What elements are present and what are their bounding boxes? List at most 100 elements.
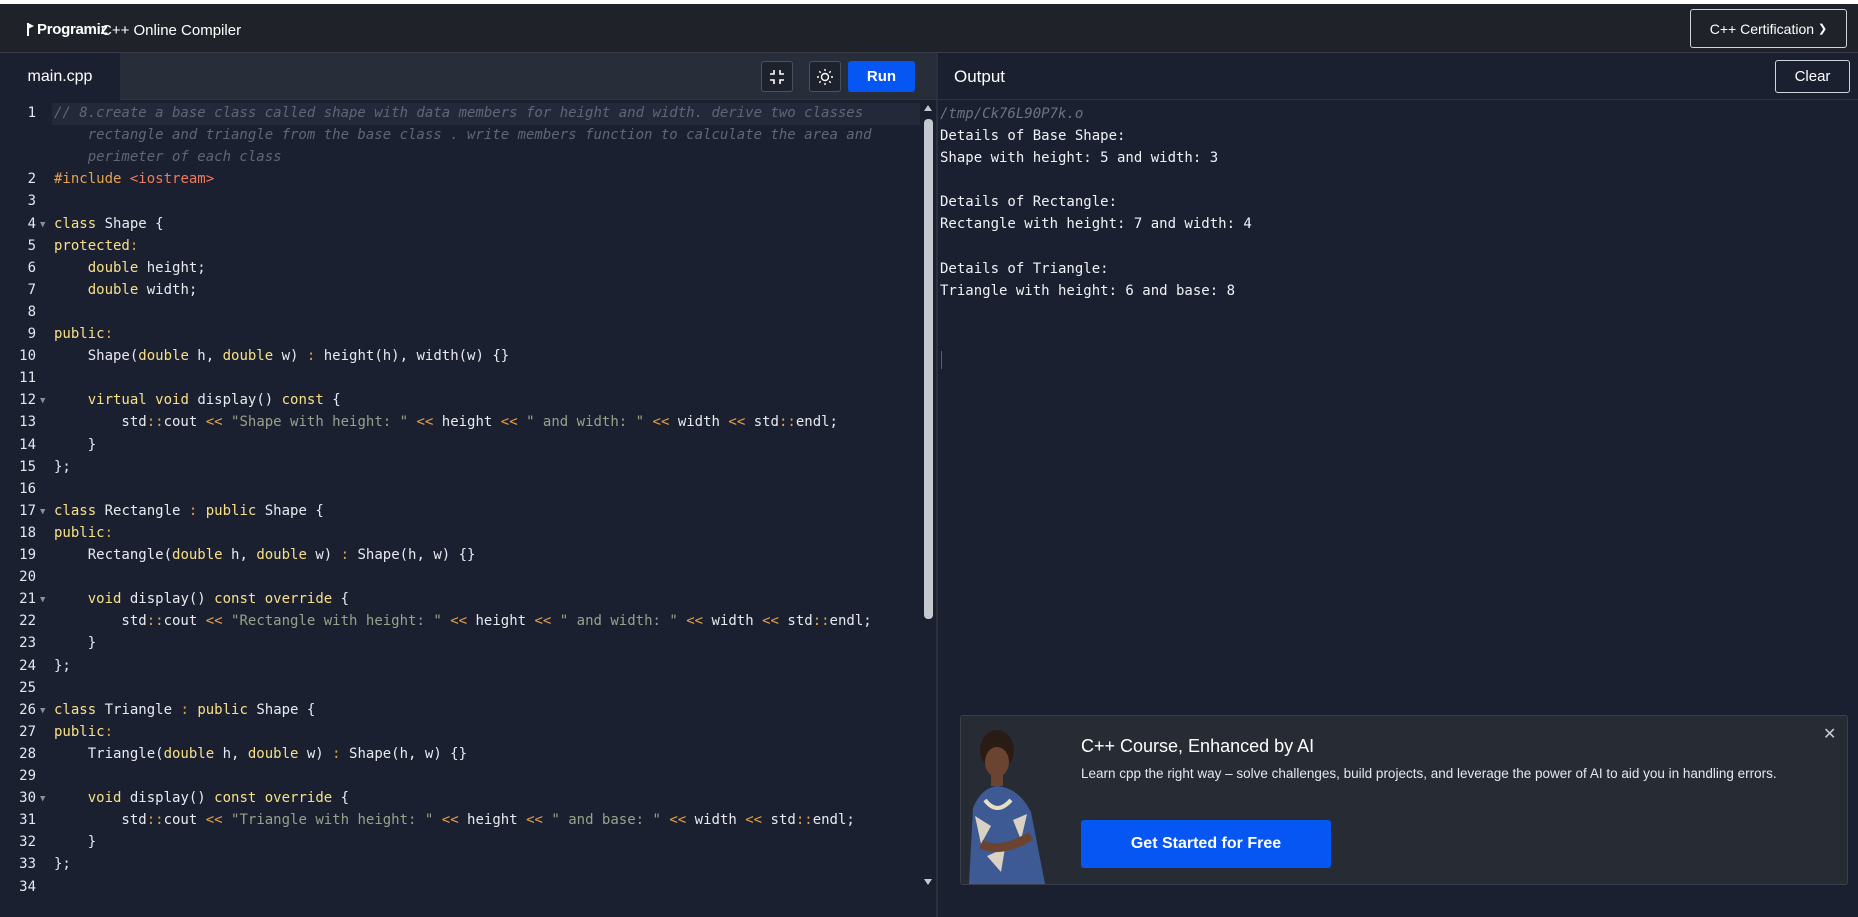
code-line[interactable]: class Rectangle : public Shape {	[54, 503, 324, 519]
code-line[interactable]: public:	[54, 525, 113, 541]
line-number: 2	[27, 171, 36, 188]
line-number: 18	[19, 524, 36, 541]
line-number: 3	[27, 193, 36, 210]
promo-person-image	[961, 716, 1055, 884]
line-number: 26	[19, 701, 36, 718]
theme-toggle-button[interactable]	[809, 61, 841, 92]
code-line[interactable]: std::cout << "Rectangle with height: " <…	[54, 613, 871, 629]
code-line[interactable]: public:	[54, 326, 113, 342]
certification-label: C++ Certification	[1709, 20, 1815, 37]
fold-arrow-icon[interactable]: ▼	[40, 220, 45, 230]
line-number: 30	[19, 790, 36, 807]
line-number: 31	[19, 812, 36, 829]
line-number: 25	[19, 679, 36, 696]
code-line[interactable]: double width;	[54, 282, 198, 298]
line-number: 14	[19, 436, 36, 453]
line-number: 22	[19, 613, 36, 630]
promo-description: Learn cpp the right way – solve challeng…	[1081, 766, 1777, 781]
course-promo-card: C++ Course, Enhanced by AI Learn cpp the…	[960, 715, 1848, 885]
code-line[interactable]: }	[54, 437, 96, 453]
clear-button[interactable]: Clear	[1775, 60, 1850, 93]
top-bar: Programiz C++ Online Compiler C++ Certif…	[0, 0, 1858, 53]
line-number: 29	[19, 768, 36, 784]
scroll-down-arrow-icon[interactable]	[924, 879, 932, 885]
editor-panel: main.cpp Run 1 2 3 4 ▼ 5 6 7 8 9 10 11 12 ▼ 13 14 15 16 17…	[0, 53, 936, 917]
code-line[interactable]: public:	[54, 724, 113, 740]
app-title: C++ Online Compiler	[101, 22, 242, 39]
scroll-up-arrow-icon[interactable]	[924, 105, 932, 111]
code-line[interactable]: }	[54, 834, 96, 850]
output-cursor	[941, 351, 942, 369]
code-line[interactable]: };	[54, 459, 71, 475]
code-line[interactable]: class Shape {	[54, 216, 164, 232]
file-tab-main-cpp[interactable]: main.cpp	[0, 53, 120, 100]
logo-text: Programiz	[37, 20, 108, 38]
line-number: 13	[19, 414, 36, 431]
line-number: 6	[27, 259, 36, 276]
line-number: 4	[27, 215, 36, 232]
collapse-icon	[770, 69, 784, 84]
line-number: 12	[19, 392, 36, 409]
fold-arrow-icon[interactable]: ▼	[40, 706, 45, 716]
line-number: 1	[27, 105, 36, 121]
code-line[interactable]: Rectangle(double h, double w) : Shape(h,…	[54, 547, 476, 563]
run-button[interactable]: Run	[848, 61, 915, 92]
programiz-logo-icon	[27, 23, 34, 36]
line-number: 11	[19, 370, 36, 387]
certification-button[interactable]: C++ Certification ❯	[1690, 9, 1847, 48]
output-line: Details of Base Shape:	[940, 128, 1126, 144]
code-line[interactable]: void display() const override {	[54, 790, 349, 806]
line-number: 17	[19, 502, 36, 519]
code-line[interactable]: perimeter of each class	[54, 149, 282, 165]
scrollbar-thumb[interactable]	[924, 119, 933, 619]
sun-icon	[817, 68, 833, 85]
fold-arrow-icon[interactable]: ▼	[40, 507, 45, 517]
code-line[interactable]: protected:	[54, 238, 138, 254]
chevron-right-icon: ❯	[1818, 23, 1828, 35]
line-number: 28	[19, 745, 36, 762]
output-file-path: /tmp/Ck76L90P7k.o	[940, 106, 1084, 122]
code-line[interactable]: };	[54, 856, 71, 872]
line-number: 34	[19, 878, 36, 895]
editor-scrollbar[interactable]	[921, 101, 936, 893]
code-line[interactable]: virtual void display() const {	[54, 392, 341, 408]
line-number: 24	[19, 657, 36, 674]
code-line[interactable]: };	[54, 658, 71, 674]
programiz-logo[interactable]: Programiz	[26, 18, 108, 40]
code-line[interactable]: rectangle and triangle from the base cla…	[54, 127, 872, 143]
code-line[interactable]: // 8.create a base class called shape wi…	[54, 105, 863, 121]
output-header: Output Clear	[938, 53, 1858, 100]
code-line[interactable]: double height;	[54, 260, 206, 276]
code-line[interactable]: Shape(double h, double w) : height(h), w…	[54, 348, 510, 364]
fold-arrow-icon[interactable]: ▼	[40, 595, 45, 605]
line-number: 33	[19, 856, 36, 873]
output-line: Shape with height: 5 and width: 3	[940, 150, 1219, 167]
code-line[interactable]: }	[54, 635, 96, 651]
code-line[interactable]: class Triangle : public Shape {	[54, 702, 315, 718]
collapse-button[interactable]	[761, 61, 793, 92]
line-number: 5	[27, 237, 36, 254]
fold-arrow-icon[interactable]: ▼	[40, 396, 45, 406]
close-icon[interactable]: ✕	[1823, 724, 1836, 744]
code-line[interactable]: std::cout << "Triangle with height: " <<…	[54, 812, 854, 828]
code-editor[interactable]: 1 2 3 4 ▼ 5 6 7 8 9 10 11 12 ▼ 13 14 15 16 17 ▼ 18 19 20 21 ▼ 22 2…	[0, 101, 920, 917]
line-number: 7	[27, 281, 36, 298]
line-number: 19	[19, 547, 36, 563]
editor-toolbar: main.cpp Run	[0, 53, 936, 100]
line-number: 16	[19, 480, 36, 497]
line-number: 8	[27, 303, 36, 320]
code-line[interactable]: #include <iostream>	[54, 171, 214, 187]
promo-title: C++ Course, Enhanced by AI	[1081, 736, 1315, 756]
line-number: 15	[19, 458, 36, 475]
code-line[interactable]: std::cout << "Shape with height: " << he…	[54, 414, 838, 430]
output-line: Rectangle with height: 7 and width: 4	[940, 216, 1252, 233]
line-number: 27	[19, 723, 36, 740]
code-line[interactable]: void display() const override {	[54, 591, 349, 607]
get-started-button[interactable]: Get Started for Free	[1081, 820, 1331, 868]
line-number: 21	[19, 591, 36, 608]
line-number: 32	[19, 834, 36, 851]
line-number: 23	[19, 635, 36, 652]
fold-arrow-icon[interactable]: ▼	[40, 794, 45, 804]
code-line[interactable]: Triangle(double h, double w) : Shape(h, …	[54, 746, 467, 762]
output-line: Details of Triangle:	[940, 260, 1109, 277]
